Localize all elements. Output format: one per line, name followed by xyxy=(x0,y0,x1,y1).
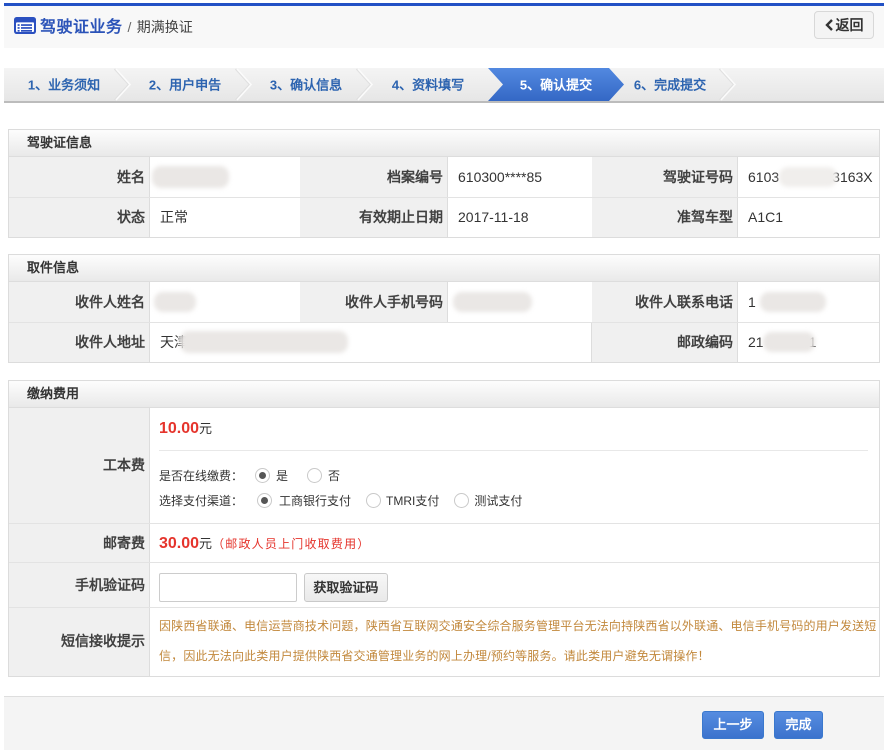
svg-text:1、业务须知: 1、业务须知 xyxy=(28,78,100,93)
svg-text:4、资料填写: 4、资料填写 xyxy=(392,78,464,93)
svg-text:5、确认提交: 5、确认提交 xyxy=(520,78,592,93)
svg-text:3、确认信息: 3、确认信息 xyxy=(270,78,342,93)
svg-text:2、用户申告: 2、用户申告 xyxy=(149,78,221,93)
svg-text:6、完成提交: 6、完成提交 xyxy=(634,78,706,93)
